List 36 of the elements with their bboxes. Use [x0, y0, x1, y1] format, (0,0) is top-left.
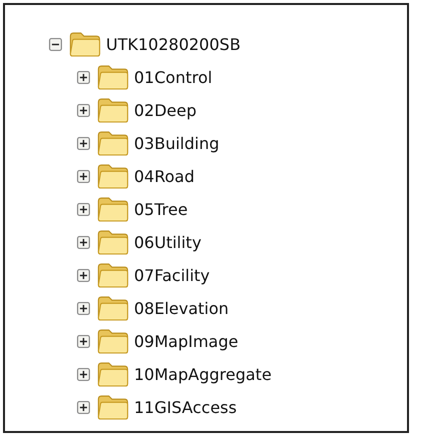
folder-name[interactable]: UTK10280200SB [106, 35, 241, 54]
expand-icon[interactable] [77, 302, 90, 315]
folder-name[interactable]: 04Road [134, 167, 195, 186]
folder-name[interactable]: 03Building [134, 134, 220, 153]
expand-icon[interactable] [77, 335, 90, 348]
folder-name[interactable]: 07Facility [134, 266, 210, 285]
expand-icon[interactable] [77, 137, 90, 150]
expand-icon[interactable] [77, 104, 90, 117]
folder-name[interactable]: 06Utility [134, 233, 202, 252]
expand-icon[interactable] [77, 203, 90, 216]
folder-name[interactable]: 05Tree [134, 200, 188, 219]
expand-icon[interactable] [77, 368, 90, 381]
collapse-icon[interactable] [49, 38, 62, 51]
folder-icon [97, 98, 129, 123]
folder-icon [97, 197, 129, 222]
folder-icon [97, 65, 129, 90]
folder-name[interactable]: 01Control [134, 68, 212, 87]
folder-icon [97, 395, 129, 420]
expand-icon[interactable] [77, 401, 90, 414]
folder-icon [97, 329, 129, 354]
folder-icon [97, 263, 129, 288]
folder-icon [97, 164, 129, 189]
expand-icon[interactable] [77, 236, 90, 249]
folder-icon [97, 296, 129, 321]
expand-icon[interactable] [77, 71, 90, 84]
folder-icon [97, 230, 129, 255]
folder-icon [97, 362, 129, 387]
expand-icon[interactable] [77, 170, 90, 183]
folder-name[interactable]: 10MapAggregate [134, 365, 272, 384]
folder-name[interactable]: 02Deep [134, 101, 197, 120]
folder-icon [97, 131, 129, 156]
expand-icon[interactable] [77, 269, 90, 282]
folder-icon [69, 32, 101, 57]
folder-name[interactable]: 11GISAccess [134, 398, 237, 417]
folder-name[interactable]: 08Elevation [134, 299, 229, 318]
folder-name[interactable]: 09MapImage [134, 332, 238, 351]
